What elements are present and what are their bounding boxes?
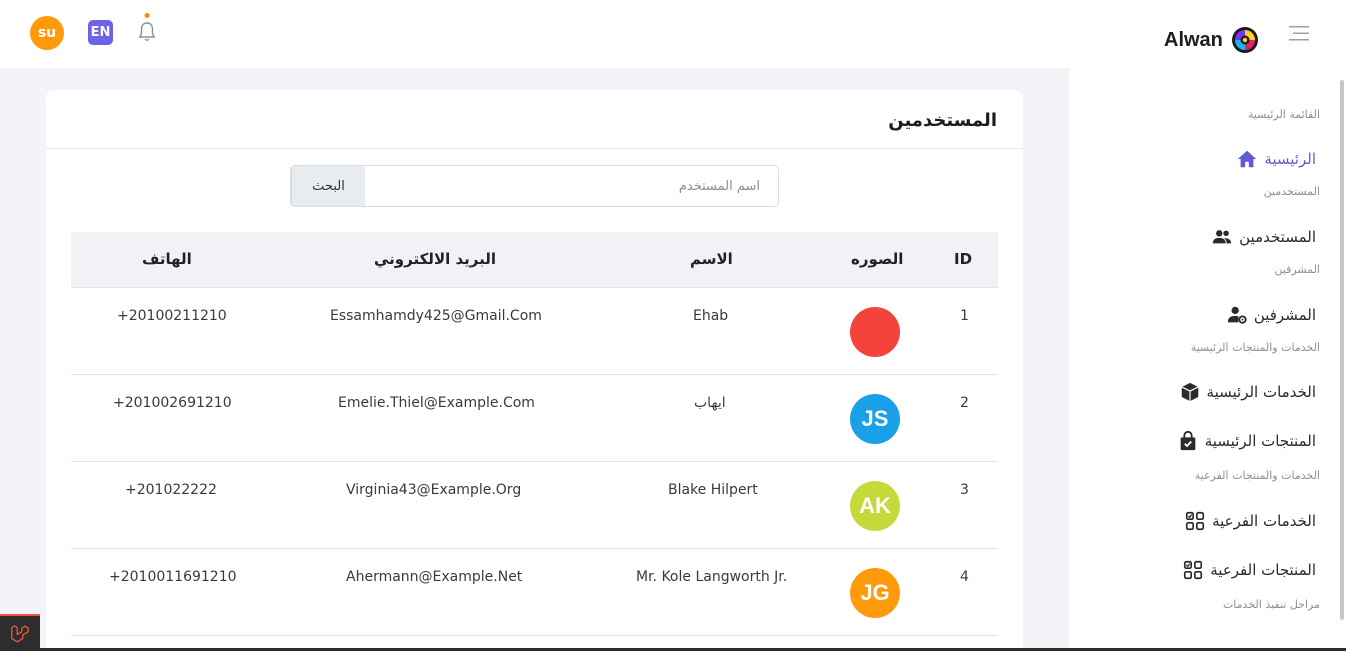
cell-name: Ehab (693, 308, 729, 324)
table-row[interactable]: 4 JG Mr. Kole Langworth Jr. Ahermann@Exa… (71, 549, 998, 636)
page-title: المستخدمين (888, 110, 997, 131)
laravel-debugbar-icon[interactable] (0, 614, 40, 651)
sidebar-item-admins[interactable]: المشرفين (1226, 304, 1316, 326)
language-switch-button[interactable]: EN (88, 20, 113, 45)
sidebar-item-home[interactable]: الرئيسية (1236, 148, 1316, 170)
column-header-phone: الهاتف (142, 250, 192, 268)
sidebar-item-main-services[interactable]: الخدمات الرئيسية (1179, 381, 1316, 403)
cell-id: 2 (960, 395, 969, 411)
cell-email: Ahermann@Example.Net (346, 569, 523, 585)
grid-check-icon (1184, 560, 1203, 580)
table-row[interactable]: 3 AK Blake Hilpert Virginia43@Example.Or… (71, 462, 998, 549)
avatar: JS (850, 394, 900, 444)
box-icon (1181, 382, 1199, 402)
cell-name: Blake Hilpert (668, 482, 758, 498)
sidebar-section-admins: المشرفين (1274, 263, 1320, 276)
divider (46, 148, 1023, 149)
sidebar-item-label: المنتجات الفرعية (1210, 561, 1316, 579)
sidebar-section-users: المستخدمين (1263, 185, 1320, 198)
table-row[interactable]: 1 Ehab Essamhamdy425@Gmail.Com +20100211… (71, 288, 998, 375)
cell-phone: +20100211210 (117, 308, 227, 324)
column-header-id: ID (954, 250, 973, 268)
user-gear-icon (1227, 306, 1247, 324)
sidebar-scrollbar[interactable] (1340, 80, 1344, 620)
cell-phone: +2010011691210 (109, 569, 237, 585)
users-card: المستخدمين البحث ID الصوره الاسم البريد … (46, 90, 1023, 651)
cell-name: ايهاب (694, 395, 726, 411)
sidebar-item-users[interactable]: المستخدمين (1211, 226, 1316, 248)
search-bar: البحث (290, 165, 779, 207)
column-header-photo: الصوره (851, 250, 904, 268)
avatar: AK (850, 481, 900, 531)
avatar (850, 307, 900, 357)
sidebar-section-service-stages: مراحل تنفيذ الخدمات (1222, 598, 1320, 611)
sidebar-item-label: الخدمات الفرعية (1212, 512, 1316, 530)
bag-check-icon (1180, 430, 1196, 451)
notifications-bell-icon[interactable] (135, 12, 159, 44)
top-bar: su EN Alwan (0, 0, 1346, 68)
user-avatar[interactable]: su (30, 16, 64, 50)
users-table: ID الصوره الاسم البريد الالكتروني الهاتف… (71, 232, 998, 636)
brand-name: Alwan (1164, 28, 1223, 51)
cell-phone: +201022222 (125, 482, 217, 498)
cell-name: Mr. Kole Langworth Jr. (636, 569, 788, 585)
sidebar: القائمة الرئيسية الرئيسية المستخدمين الم… (1069, 68, 1346, 651)
sidebar-item-label: الخدمات الرئيسية (1206, 383, 1316, 401)
home-icon (1238, 150, 1257, 168)
brand-logo-icon (1231, 27, 1258, 53)
sidebar-section-main-services-products: الخدمات والمنتجات الرئيسية (1190, 341, 1320, 354)
sidebar-item-label: المنتجات الرئيسية (1204, 432, 1316, 450)
cell-email: Emelie.Thiel@Example.Com (338, 395, 535, 411)
column-header-name: الاسم (690, 250, 733, 268)
menu-toggle-icon[interactable] (1289, 24, 1311, 42)
cell-phone: +201002691210 (113, 395, 232, 411)
cell-email: Essamhamdy425@Gmail.Com (330, 308, 542, 324)
cell-id: 1 (960, 308, 969, 324)
sidebar-item-label: الرئيسية (1264, 150, 1316, 168)
sidebar-item-label: المشرفين (1253, 306, 1316, 324)
sidebar-item-sub-services[interactable]: الخدمات الفرعية (1184, 510, 1316, 532)
table-header: ID الصوره الاسم البريد الالكتروني الهاتف (71, 232, 998, 288)
cell-id: 4 (960, 569, 969, 585)
users-icon (1212, 230, 1232, 244)
cell-id: 3 (960, 482, 969, 498)
sidebar-item-sub-products[interactable]: المنتجات الفرعية (1182, 559, 1316, 581)
search-button[interactable]: البحث (291, 166, 365, 206)
sidebar-section-main-menu: القائمة الرئيسية (1247, 108, 1320, 121)
brand[interactable]: Alwan (1164, 26, 1259, 54)
sidebar-item-main-products[interactable]: المنتجات الرئيسية (1177, 430, 1316, 452)
grid-check-icon (1186, 511, 1205, 531)
avatar: JG (850, 568, 900, 618)
cell-email: Virginia43@Example.Org (346, 482, 522, 498)
column-header-email: البريد الالكتروني (374, 250, 496, 268)
sidebar-item-label: المستخدمين (1239, 228, 1316, 246)
table-row[interactable]: 2 JS ايهاب Emelie.Thiel@Example.Com +201… (71, 375, 998, 462)
sidebar-section-sub-services-products: الخدمات والمنتجات الفرعية (1194, 469, 1320, 482)
search-input[interactable] (365, 166, 778, 206)
